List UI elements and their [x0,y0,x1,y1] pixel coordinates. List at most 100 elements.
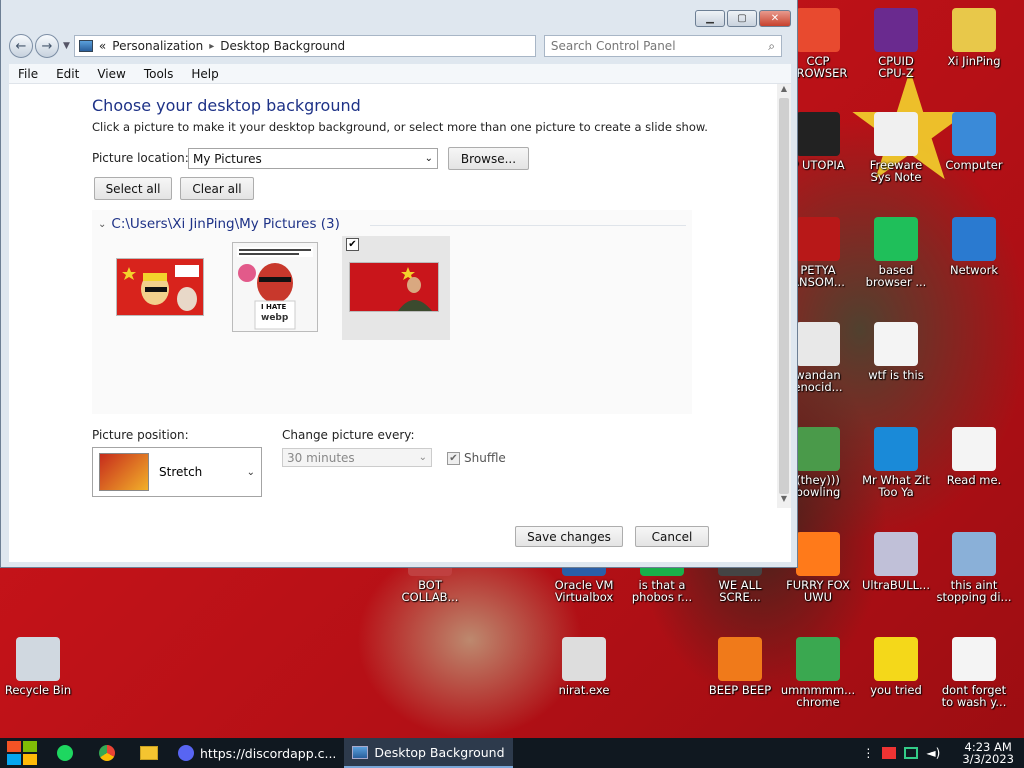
system-tray: ⋮ ◄) 4:23 AM 3/3/2023 [862,741,1024,765]
clock-date: 3/3/2023 [962,752,1014,766]
breadcrumb-personalization[interactable]: Personalization [112,39,203,53]
menu-help[interactable]: Help [182,67,227,81]
maximize-button[interactable]: ▢ [727,10,757,27]
breadcrumb-desktop-background[interactable]: Desktop Background [220,39,345,53]
desktop-icon[interactable]: dont forget to wash y... [936,637,1012,708]
position-preview-image [99,453,149,491]
picture-position-label: Picture position: [92,428,189,442]
arrow-left-icon: ← [15,38,27,54]
title-bar[interactable]: ▁ ▢ ✕ [1,0,797,32]
group-divider [370,225,686,226]
minimize-button[interactable]: ▁ [695,10,725,27]
clock[interactable]: 4:23 AM 3/3/2023 [962,741,1014,765]
menu-file[interactable]: File [9,67,47,81]
volume-icon[interactable]: ◄) [926,746,940,760]
desktop-icon-label: Freeware Sys Note [869,158,923,184]
save-changes-button[interactable]: Save changes [515,526,623,547]
picture-position-select[interactable]: Stretch ⌄ [92,447,262,497]
picture-thumbnail-2[interactable]: I HATE webp [232,242,318,332]
taskbar-task-desktop-background[interactable]: Desktop Background [344,738,513,768]
desktop-icon-label: Read me. [946,473,1002,487]
desktop-app-icon [952,427,996,471]
page-instructions: Click a picture to make it your desktop … [92,120,708,134]
cancel-button[interactable]: Cancel [635,526,709,547]
change-interval-select[interactable]: 30 minutes ⌄ [282,448,432,467]
desktop-icon[interactable]: Read me. [936,427,1012,486]
collapse-chevron-icon[interactable]: ⌄ [98,219,106,230]
group-header[interactable]: ⌄ C:\Users\Xi JinPing\My Pictures (3) [98,216,340,232]
more-options-icon[interactable]: ⋮ [862,746,874,760]
desktop-app-icon [796,322,840,366]
desktop-app-icon [796,217,840,261]
shuffle-option[interactable]: ✔ Shuffle [447,451,506,465]
desktop-icon[interactable]: Xi JinPing [936,8,1012,67]
desktop-icon-label: nirat.exe [558,683,610,697]
desktop-icon[interactable]: nirat.exe [546,637,622,696]
desktop-icon[interactable]: UltraBULL... [858,532,934,591]
browse-button[interactable]: Browse... [448,147,529,170]
chevron-down-icon: ⌄ [424,153,433,164]
flag-icon[interactable] [882,747,897,759]
address-bar[interactable]: « Personalization ▸ Desktop Background [73,35,536,57]
desktop-background-window: ▁ ▢ ✕ ← → ▼ « Personalization ▸ Desktop … [0,0,798,568]
control-panel-icon [352,745,369,759]
desktop-icon[interactable]: CPUID CPU-Z [858,8,934,79]
desktop-icon[interactable]: Computer [936,112,1012,171]
desktop-app-icon [952,532,996,576]
scrollbar-thumb[interactable] [779,98,789,494]
control-panel-icon [78,40,93,52]
breadcrumb-chevron[interactable]: « [99,39,106,53]
desktop-app-icon [952,8,996,52]
desktop-icon-label: FURRY FOX UWU [786,578,850,604]
desktop-icon[interactable]: based browser ... [858,217,934,288]
back-button[interactable]: ← [9,34,33,58]
picture-location-select[interactable]: My Pictures ⌄ [188,148,438,169]
desktop-icon-label: ummmmm... chrome [780,683,856,709]
forward-button[interactable]: → [35,34,59,58]
desktop-icon[interactable]: BEEP BEEP [702,637,778,696]
desktop-icon[interactable]: this aint stopping di... [936,532,1012,603]
picture-thumbnail-1[interactable] [116,258,204,316]
desktop-icon[interactable]: wtf is this [858,322,934,381]
desktop-icon[interactable]: ummmmm... chrome [780,637,856,708]
desktop-icon[interactable]: Freeware Sys Note [858,112,934,183]
search-input[interactable]: Search Control Panel ⌕ [543,35,782,57]
menu-tools[interactable]: Tools [135,67,183,81]
search-icon[interactable]: ⌕ [768,39,775,54]
desktop-icon-label: UltraBULL... [862,578,930,592]
picture-thumbnail-3[interactable] [349,262,439,312]
picture-3-checkbox[interactable]: ✔ [346,238,359,251]
desktop-icon-label: this aint stopping di... [936,578,1012,604]
shuffle-checkbox[interactable]: ✔ [447,451,460,465]
desktop-icon-label: Mr What Zit Too Ya [862,473,930,499]
taskbar-spotify-button[interactable] [44,738,86,768]
picture-position-value: Stretch [159,465,203,479]
recent-pages-dropdown[interactable]: ▼ [63,41,70,51]
breadcrumb-separator[interactable]: ▸ [209,41,214,52]
vertical-scrollbar[interactable]: ▲ ▼ [777,84,791,508]
taskbar-explorer-button[interactable] [128,738,170,768]
group-title: C:\Users\Xi JinPing\My Pictures (3) [111,216,340,232]
arrow-right-icon: → [41,38,53,54]
taskbar-chrome-button[interactable] [86,738,128,768]
windows-logo-icon [7,741,37,765]
select-all-button[interactable]: Select all [94,177,172,200]
menu-view[interactable]: View [88,67,134,81]
scroll-down-icon[interactable]: ▼ [777,494,791,506]
clear-all-button[interactable]: Clear all [180,177,254,200]
close-button[interactable]: ✕ [759,10,791,27]
task-desktop-background-label: Desktop Background [374,744,505,760]
desktop-app-icon [874,532,918,576]
network-icon[interactable] [904,747,919,759]
menu-edit[interactable]: Edit [47,67,88,81]
desktop-icon[interactable]: you tried [858,637,934,696]
desktop-icon[interactable]: Network [936,217,1012,276]
desktop-icon-label: you tried [870,683,922,697]
desktop-icon[interactable]: Recycle Bin [0,637,76,696]
desktop-icon[interactable]: Mr What Zit Too Ya [858,427,934,498]
desktop-icon-label: WE ALL SCRE... [718,578,762,604]
start-button[interactable] [0,738,44,768]
taskbar-task-discord[interactable]: https://discordapp.c... [170,738,344,768]
task-discord-label: https://discordapp.c... [200,745,337,761]
scroll-up-icon[interactable]: ▲ [777,84,791,96]
